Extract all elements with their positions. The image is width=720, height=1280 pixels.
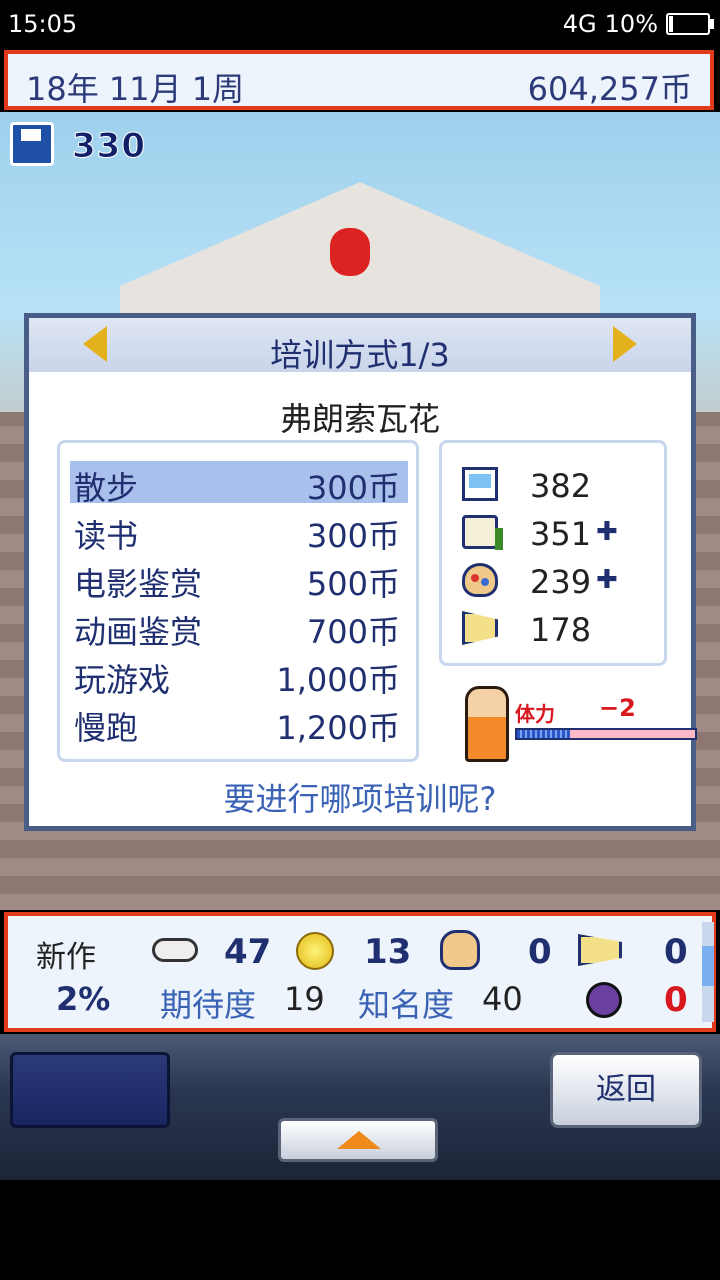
battery-icon	[666, 13, 714, 35]
gamepad-icon	[152, 938, 198, 962]
stat-value: 178	[530, 611, 592, 649]
project-info-panel: 新作 2% 47 13 0 0 期待度 19 知名度 40 0	[4, 912, 716, 1032]
plus-icon: ✚	[596, 517, 618, 547]
status-time: 15:05	[8, 10, 78, 38]
status-bar: 15:05 4G 10%	[0, 0, 720, 50]
training-question: 要进行哪项培训呢?	[223, 780, 497, 818]
option-cost: 1,000币	[276, 661, 400, 699]
horn-icon	[462, 611, 498, 645]
option-label: 慢跑	[74, 709, 139, 747]
progress-percent: 2%	[56, 980, 111, 1018]
info-scrollbar[interactable]	[702, 922, 714, 1022]
next-page-arrow-icon[interactable]	[613, 326, 637, 362]
option-cost: 1,200币	[276, 709, 400, 747]
expand-menu-button[interactable]	[278, 1118, 438, 1162]
fun-value: 47	[224, 932, 272, 972]
stat-scenario: 351 ✚	[462, 513, 662, 553]
up-arrow-icon	[337, 1131, 381, 1149]
stat-sound: 178	[462, 609, 662, 649]
creativity-value: 13	[364, 932, 412, 972]
option-label: 读书	[74, 517, 139, 555]
stat-value: 351	[530, 515, 592, 553]
stat-programming: 382	[462, 465, 662, 505]
training-option-walk[interactable]: 散步 300币	[70, 461, 408, 507]
stat-graphics: 239 ✚	[462, 561, 662, 601]
battery-fill	[669, 16, 673, 32]
stat-value: 239	[530, 563, 592, 601]
employee-sprite	[465, 686, 509, 762]
dialog-header: 培训方式1/3	[29, 318, 691, 374]
status-right: 4G 10%	[562, 10, 714, 38]
training-option-anime[interactable]: 动画鉴赏 700币	[70, 605, 408, 651]
option-label: 玩游戏	[74, 661, 171, 699]
employee-stats: 382 351 ✚ 239 ✚ 178	[439, 440, 667, 666]
bottom-nav: 返回	[0, 1034, 720, 1180]
back-button[interactable]: 返回	[550, 1052, 702, 1128]
expectation-value: 19	[284, 980, 325, 1018]
stat-value: 382	[530, 467, 592, 505]
option-cost: 300币	[306, 517, 400, 555]
bug-devil-icon	[586, 982, 622, 1018]
screen-bottom	[0, 1180, 720, 1280]
expectation-label: 期待度	[160, 986, 257, 1024]
save-icon[interactable]	[10, 122, 54, 166]
monitor-icon	[462, 467, 498, 501]
plus-icon: ✚	[596, 565, 618, 595]
training-option-jog[interactable]: 慢跑 1,200币	[70, 701, 408, 747]
stamina-fill	[517, 730, 571, 738]
option-cost: 500币	[306, 565, 400, 603]
employee-name: 弗朗索瓦花	[279, 400, 440, 438]
option-cost: 300币	[306, 469, 400, 507]
graphics-value: 0	[528, 932, 552, 972]
horn-icon	[578, 934, 622, 966]
lantern-decoration	[330, 228, 370, 276]
option-label: 电影鉴赏	[74, 565, 203, 603]
network-label: 4G	[562, 10, 597, 38]
training-menu: 散步 300币 读书 300币 电影鉴赏 500币 动画鉴赏 700币 玩游戏 …	[57, 440, 419, 762]
training-option-read[interactable]: 读书 300币	[70, 509, 408, 555]
training-option-movie[interactable]: 电影鉴赏 500币	[70, 557, 408, 603]
training-dialog: 培训方式1/3 弗朗索瓦花 散步 300币 读书 300币 电影鉴赏 500币 …	[24, 313, 697, 831]
dialog-title: 培训方式1/3	[270, 336, 450, 374]
money-display: 604,257币	[527, 70, 692, 108]
battery-percent: 10%	[604, 10, 658, 38]
fame-label: 知名度	[358, 986, 455, 1024]
option-label: 动画鉴赏	[74, 613, 203, 651]
bug-count: 0	[664, 980, 688, 1020]
option-cost: 700币	[306, 613, 400, 651]
top-banner: 18年 11月 1周 604,257币	[4, 50, 714, 110]
save-count: 330	[72, 126, 146, 167]
option-label: 散步	[74, 469, 139, 507]
book-icon	[462, 515, 503, 550]
coin-icon	[296, 932, 334, 970]
game-date: 18年 11月 1周	[26, 70, 245, 108]
scrollbar-thumb[interactable]	[702, 946, 714, 986]
stamina-bar	[515, 728, 697, 740]
nav-left-button[interactable]	[10, 1052, 170, 1128]
training-option-game[interactable]: 玩游戏 1,000币	[70, 653, 408, 699]
new-title-label: 新作	[36, 940, 96, 975]
stamina-delta: −2	[599, 694, 636, 722]
palette-icon	[440, 930, 480, 970]
palette-icon	[462, 563, 498, 597]
fame-value: 40	[482, 980, 523, 1018]
sound-value: 0	[664, 932, 688, 972]
stamina-label: 体力	[515, 702, 555, 726]
